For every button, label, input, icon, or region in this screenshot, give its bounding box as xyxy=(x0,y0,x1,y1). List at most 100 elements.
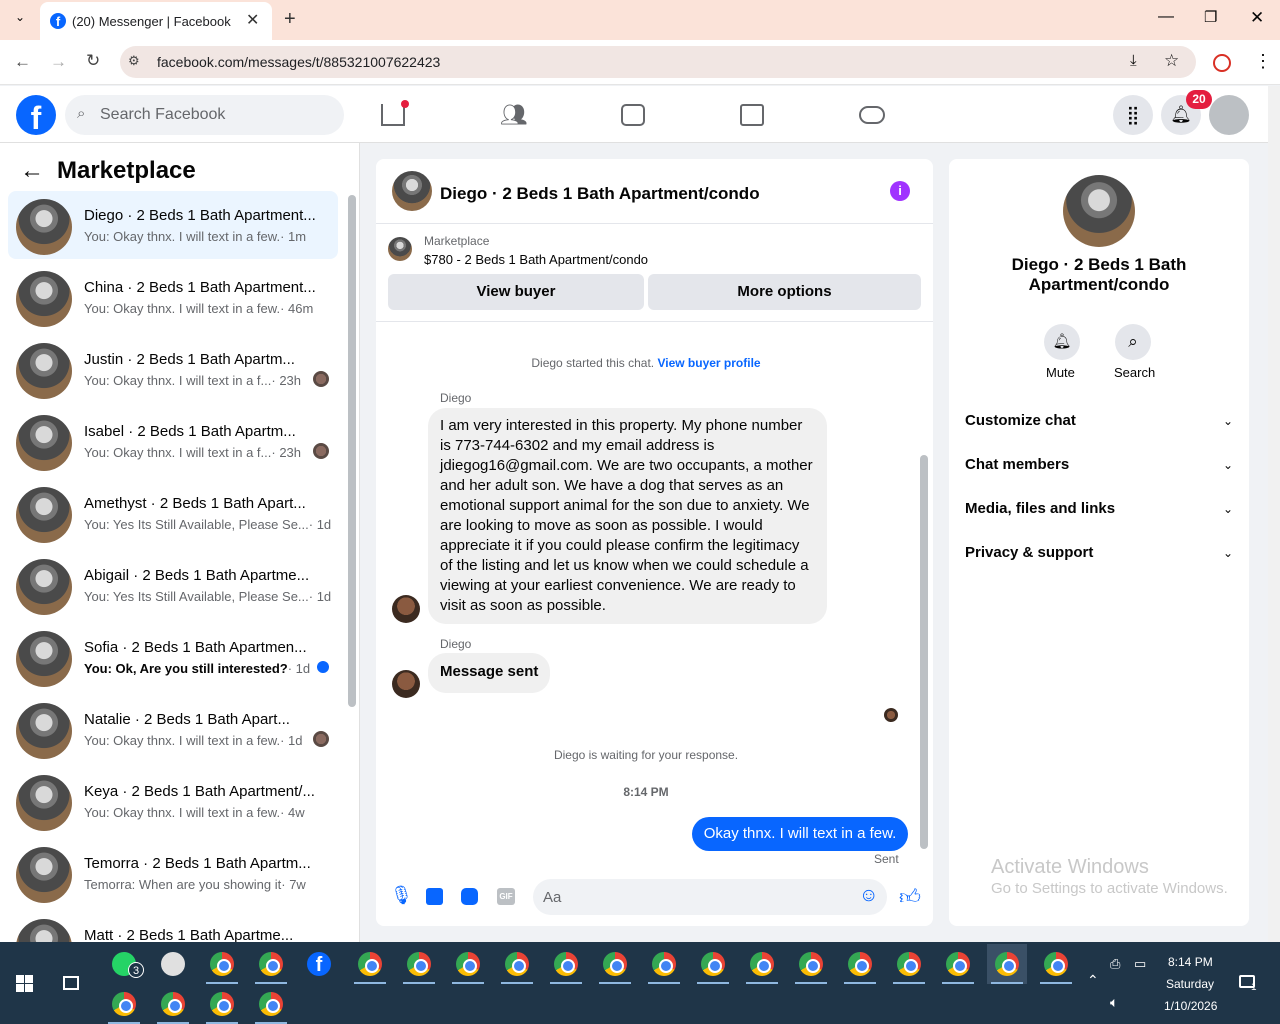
more-options-button[interactable]: More options xyxy=(648,274,921,310)
close-window-icon[interactable]: ✕ xyxy=(1250,8,1264,28)
facebook-logo[interactable]: f xyxy=(16,95,56,135)
marketplace-icon[interactable] xyxy=(740,104,764,126)
chat-scrollbar[interactable] xyxy=(920,455,928,849)
listing-thumbnail[interactable] xyxy=(388,237,412,261)
show-hidden-icons[interactable]: ⌃ xyxy=(1087,972,1099,989)
mute-button[interactable]: 🔔︎ xyxy=(1044,324,1080,360)
chrome-window-button[interactable] xyxy=(987,944,1027,984)
section-chat-members[interactable]: Chat members ⌄ xyxy=(965,456,1233,473)
chrome-window-button[interactable] xyxy=(202,984,242,1024)
running-indicator xyxy=(795,982,827,984)
listing-title[interactable]: $780 - 2 Beds 1 Bath Apartment/condo xyxy=(424,252,648,267)
chrome-window-button[interactable] xyxy=(938,944,978,984)
url-field[interactable]: ⚙ facebook.com/messages/t/88532100762242… xyxy=(120,46,1196,78)
tab-list-button[interactable]: ⌄ xyxy=(8,10,32,30)
reload-icon[interactable]: ↻ xyxy=(86,51,100,71)
browser-tab[interactable]: f (20) Messenger | Facebook ✕ xyxy=(40,2,272,40)
chrome-icon xyxy=(652,952,676,976)
conversation-item[interactable]: Diego · 2 Beds 1 Bath Apartment... You: … xyxy=(8,191,338,259)
conversation-item[interactable]: Isabel · 2 Beds 1 Bath Apartm... You: Ok… xyxy=(8,407,338,475)
sticker-icon[interactable] xyxy=(461,888,478,905)
chat-header-avatar[interactable] xyxy=(392,171,432,211)
account-avatar[interactable] xyxy=(1209,95,1249,135)
minimize-icon[interactable]: — xyxy=(1158,8,1174,26)
chrome-window-button[interactable] xyxy=(546,944,586,984)
chrome-window-button[interactable] xyxy=(202,944,242,984)
photo-icon[interactable] xyxy=(426,888,443,905)
conversation-item[interactable]: Justin · 2 Beds 1 Bath Apartm... You: Ok… xyxy=(8,335,338,403)
back-arrow-icon[interactable]: ← xyxy=(20,157,44,185)
gaming-icon[interactable] xyxy=(859,106,885,124)
chrome-window-button[interactable] xyxy=(448,944,488,984)
profile-icon[interactable] xyxy=(1213,54,1231,72)
install-app-icon[interactable]: ⤓ xyxy=(1130,52,1137,69)
chrome-window-button[interactable] xyxy=(104,984,144,1024)
view-buyer-button[interactable]: View buyer xyxy=(388,274,644,310)
volume-icon[interactable]: 🔈︎ xyxy=(1110,994,1118,1011)
info-icon[interactable]: i xyxy=(890,181,910,201)
windows-start-icon[interactable] xyxy=(16,975,33,992)
gif-icon[interactable]: GIF xyxy=(497,888,515,905)
conversation-item[interactable]: Abigail · 2 Beds 1 Bath Apartme... You: … xyxy=(8,551,338,619)
details-avatar[interactable] xyxy=(1063,175,1135,247)
forward-icon[interactable]: → xyxy=(50,52,67,72)
chrome-window-button[interactable] xyxy=(399,944,439,984)
friends-icon[interactable]: 👥︎ xyxy=(500,102,528,128)
facebook-taskbar-icon[interactable]: f xyxy=(307,952,331,976)
restore-icon[interactable]: ❐ xyxy=(1204,8,1217,26)
outgoing-message[interactable]: Okay thnx. I will text in a few. xyxy=(692,817,908,851)
page-scrollbar[interactable] xyxy=(1268,86,1280,942)
menu-grid-icon[interactable]: ⣿ xyxy=(1113,95,1153,135)
list-scrollbar[interactable] xyxy=(348,195,356,707)
conversation-item[interactable]: Matt · 2 Beds 1 Bath Apartme... xyxy=(8,911,338,942)
conversation-item[interactable]: China · 2 Beds 1 Bath Apartment... You: … xyxy=(8,263,338,331)
chrome-window-button[interactable] xyxy=(497,944,537,984)
conversation-item[interactable]: Sofia · 2 Beds 1 Bath Apartmen... You: O… xyxy=(8,623,338,691)
like-icon[interactable]: 👍︎ xyxy=(899,884,921,910)
conversation-item[interactable]: Natalie · 2 Beds 1 Bath Apart... You: Ok… xyxy=(8,695,338,763)
emoji-icon[interactable]: ☺ xyxy=(859,885,878,907)
microphone-icon[interactable]: 🎙︎ xyxy=(390,885,413,906)
section-customize-chat[interactable]: Customize chat ⌄ xyxy=(965,412,1233,429)
search-bar[interactable]: ⌕ Search Facebook xyxy=(65,95,344,135)
chrome-window-button[interactable] xyxy=(251,984,291,1024)
conversation-item[interactable]: Keya · 2 Beds 1 Bath Apartment/... You: … xyxy=(8,767,338,835)
chrome-window-button[interactable] xyxy=(251,944,291,984)
clock-time[interactable]: 8:14 PM xyxy=(1168,955,1213,969)
message-input[interactable]: Aa ☺ xyxy=(533,879,887,915)
chrome-window-button[interactable] xyxy=(595,944,635,984)
back-icon[interactable]: ← xyxy=(14,52,31,72)
incoming-message[interactable]: I am very interested in this property. M… xyxy=(428,408,827,624)
app-icon[interactable] xyxy=(161,952,185,976)
chrome-window-button[interactable] xyxy=(153,984,193,1024)
video-icon[interactable] xyxy=(621,104,645,126)
incoming-message[interactable]: Message sent xyxy=(428,653,551,693)
task-view-icon[interactable] xyxy=(63,976,79,990)
conversation-item[interactable]: Temorra · 2 Beds 1 Bath Apartm... Temorr… xyxy=(8,839,338,907)
chrome-window-button[interactable] xyxy=(791,944,831,984)
sender-avatar[interactable] xyxy=(392,595,420,623)
close-tab-icon[interactable]: ✕ xyxy=(246,10,259,30)
network-icon[interactable]: ⎙ xyxy=(1110,956,1120,972)
browser-menu-icon[interactable]: ⋮ xyxy=(1254,51,1272,72)
chrome-window-button[interactable] xyxy=(889,944,929,984)
chrome-window-button[interactable] xyxy=(840,944,880,984)
chat-header-title[interactable]: Diego · 2 Beds 1 Bath Apartment/condo xyxy=(440,184,760,204)
conversation-item[interactable]: Amethyst · 2 Beds 1 Bath Apart... You: Y… xyxy=(8,479,338,547)
chrome-window-button[interactable] xyxy=(693,944,733,984)
site-info-icon[interactable]: ⚙ xyxy=(128,53,140,69)
chrome-window-button[interactable] xyxy=(1036,944,1076,984)
display-icon[interactable]: ▭ xyxy=(1134,956,1146,972)
sender-avatar[interactable] xyxy=(392,670,420,698)
home-icon[interactable] xyxy=(381,104,405,126)
search-input[interactable]: Search Facebook xyxy=(100,106,225,124)
section-privacy-support[interactable]: Privacy & support ⌄ xyxy=(965,544,1233,561)
chrome-window-button[interactable] xyxy=(644,944,684,984)
new-tab-icon[interactable]: + xyxy=(284,8,296,31)
chrome-window-button[interactable] xyxy=(350,944,390,984)
chrome-window-button[interactable] xyxy=(742,944,782,984)
section-media-files-links[interactable]: Media, files and links ⌄ xyxy=(965,500,1233,517)
bookmark-star-icon[interactable]: ☆ xyxy=(1164,51,1179,71)
search-conversation-button[interactable]: ⌕ xyxy=(1115,324,1151,360)
view-buyer-profile-link[interactable]: View buyer profile xyxy=(657,356,760,370)
